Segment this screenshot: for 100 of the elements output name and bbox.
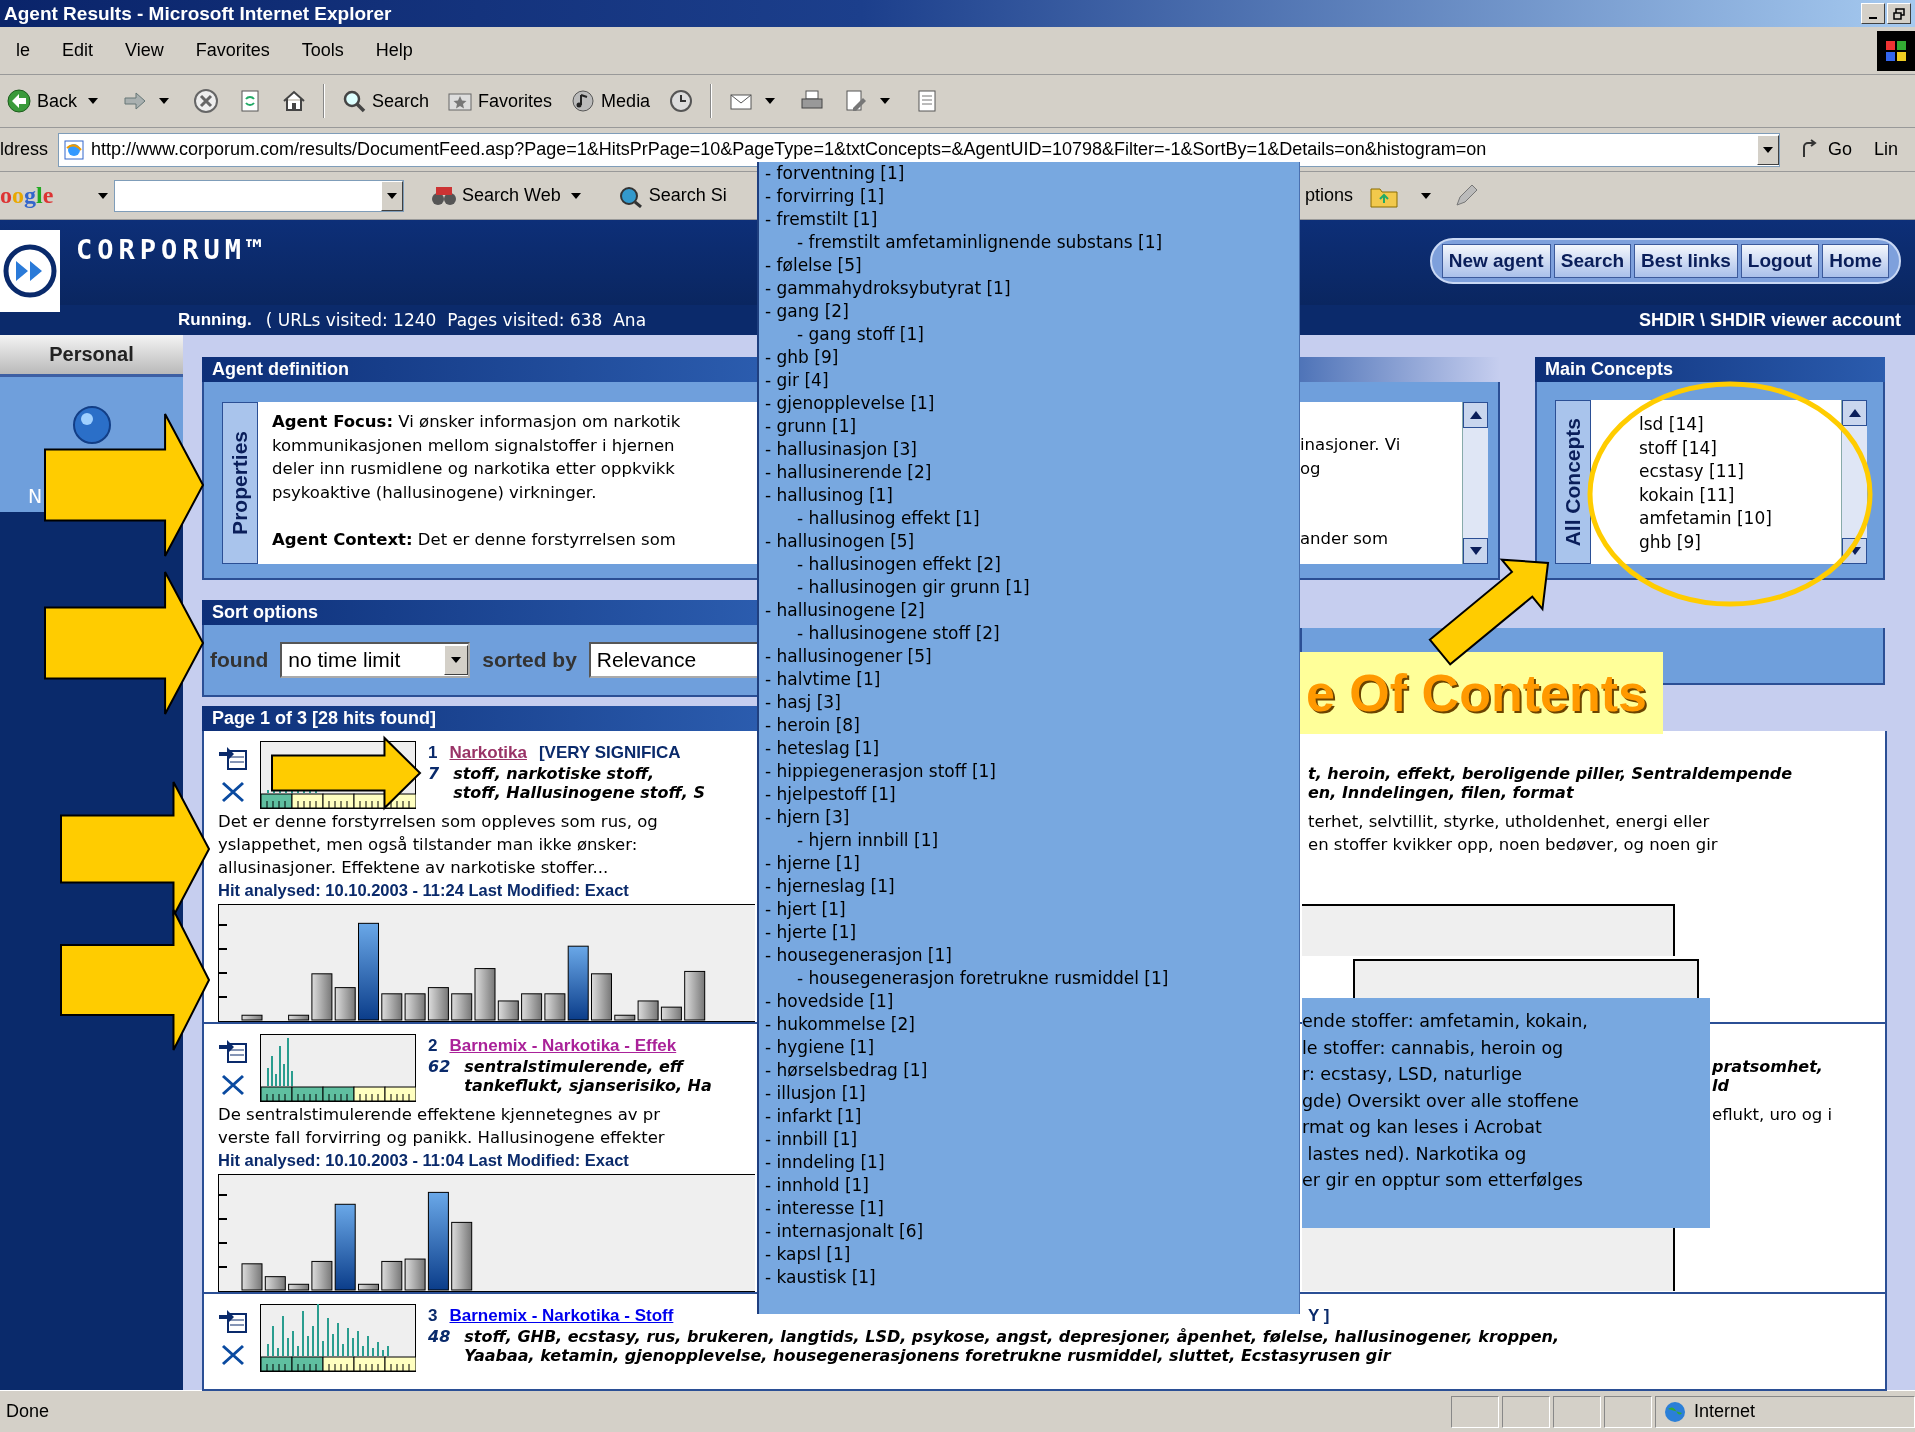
concept-item[interactable]: - hasj [3] [759, 691, 1299, 714]
concept-item[interactable]: - forvirring [1] [759, 185, 1299, 208]
concept-item[interactable]: - illusjon [1] [759, 1082, 1299, 1105]
histogram-bar [591, 973, 612, 1021]
dropdown-button[interactable] [1757, 134, 1779, 165]
concept-item[interactable]: - gang stoff [1] [759, 323, 1299, 346]
menu-item[interactable]: Tools [285, 40, 360, 61]
delete-icon [221, 781, 245, 803]
sort-order-select[interactable]: Relevance [588, 642, 757, 678]
concept-item[interactable]: - hallusinerende [2] [759, 461, 1299, 484]
result-link[interactable]: Barnemix - Narkotika - Stoff [449, 1305, 674, 1326]
concepts-tab[interactable]: All Concepts [1555, 400, 1591, 564]
concept-item[interactable]: - heroin [8] [759, 714, 1299, 737]
concept-item[interactable]: - hørselsbedrag [1] [759, 1059, 1299, 1082]
concept-item[interactable]: - hjelpestoff [1] [759, 783, 1299, 806]
concept-item[interactable]: - hjern [3] [759, 806, 1299, 829]
concept-item[interactable]: - hjern innbill [1] [759, 829, 1299, 852]
concept-item[interactable]: - kapsl [1] [759, 1243, 1299, 1266]
nav-button[interactable]: Search [1553, 244, 1632, 278]
go-button[interactable]: Go [1798, 138, 1852, 161]
address-label: ldress [0, 139, 49, 160]
concept-item[interactable]: - hjerne [1] [759, 852, 1299, 875]
concept-item[interactable]: - fremstilt amfetaminlignende substans [1] [759, 231, 1299, 254]
concept-item[interactable]: - hjert [1] [759, 898, 1299, 921]
concept-item[interactable]: - halvtime [1] [759, 668, 1299, 691]
properties-tab[interactable]: Properties [222, 402, 258, 564]
back-button[interactable]: Back [0, 81, 111, 121]
concept-item[interactable]: - gang [2] [759, 300, 1299, 323]
histogram-bar [521, 993, 543, 1021]
concept-item[interactable]: - hallusinogener [5] [759, 645, 1299, 668]
score: 62 [428, 1057, 451, 1078]
concept-item[interactable]: - hallusinogen gir grunn [1] [759, 576, 1299, 599]
concept-item[interactable]: - internasjonalt [6] [759, 1220, 1299, 1243]
concept-item[interactable]: - innbill [1] [759, 1128, 1299, 1151]
concept-item[interactable]: kokain [11] [1639, 483, 1841, 507]
nav-button[interactable]: Home [1822, 244, 1889, 278]
media-button[interactable]: Media [564, 81, 657, 121]
concept-item[interactable]: - hallusinogene stoff [2] [759, 622, 1299, 645]
options-button[interactable]: ptions [1305, 185, 1354, 206]
concept-item[interactable]: - housegenerasjon foretrukne rusmiddel [1] [759, 967, 1299, 990]
result-number: 3 [428, 1305, 438, 1326]
result-link[interactable]: Narkotika [449, 742, 527, 763]
menu-item[interactable]: Favorites [179, 40, 286, 61]
sidebar-tab[interactable]: Personal [0, 335, 183, 377]
period-select[interactable]: no time limit [280, 642, 471, 678]
concept-item[interactable]: - fremstilt [1] [759, 208, 1299, 231]
concept-item[interactable]: - grunn [1] [759, 415, 1299, 438]
restore-icon [1893, 7, 1905, 20]
scrollbar[interactable] [1462, 402, 1488, 564]
search-icon [341, 88, 368, 114]
concept-item[interactable]: - hovedside [1] [759, 990, 1299, 1013]
concept-item[interactable]: - housegenerasjon [1] [759, 944, 1299, 967]
concept-item[interactable]: - hygiene [1] [759, 1036, 1299, 1059]
result-link[interactable]: Barnemix - Narkotika - Effek [449, 1035, 677, 1056]
concept-item[interactable]: - innhold [1] [759, 1174, 1299, 1197]
concept-item[interactable]: - hippiegenerasjon stoff [1] [759, 760, 1299, 783]
nav-button[interactable]: Logout [1740, 244, 1820, 278]
minimize-icon [1869, 16, 1877, 19]
minimize-button[interactable] [1861, 3, 1885, 24]
concept-item[interactable]: amfetamin [10] [1639, 507, 1841, 531]
nav-button[interactable]: Best links [1634, 244, 1738, 278]
concept-item[interactable]: - hallusinogen effekt [2] [759, 553, 1299, 576]
toolbar-search-button[interactable]: Search Web [426, 183, 591, 208]
concept-item[interactable]: - hallusinogen [5] [759, 530, 1299, 553]
search-button[interactable]: Search [335, 81, 436, 121]
concept-item[interactable]: lsd [14] [1639, 413, 1841, 437]
concept-item[interactable]: - hallusinasjon [3] [759, 438, 1299, 461]
concept-item[interactable]: - infarkt [1] [759, 1105, 1299, 1128]
menu-item[interactable]: Edit [46, 40, 110, 61]
concept-item[interactable]: - hallusinogene [2] [759, 599, 1299, 622]
toolbar-search-button[interactable]: Search Si [612, 183, 731, 208]
concept-item[interactable]: - inndeling [1] [759, 1151, 1299, 1174]
menu-item[interactable]: Help [359, 40, 429, 61]
concept-item[interactable]: - hukommelse [2] [759, 1013, 1299, 1036]
status-text: Done [5, 1401, 51, 1422]
concept-item[interactable]: - ghb [9] [759, 346, 1299, 369]
favorites-button[interactable]: Favorites [441, 81, 559, 121]
search-field[interactable] [114, 179, 404, 212]
concept-item[interactable]: ghb [9] [1639, 530, 1841, 554]
menu-item[interactable]: le [0, 40, 46, 61]
concept-item[interactable]: - hallusinog effekt [1] [759, 507, 1299, 530]
concept-item[interactable]: - gjenopplevelse [1] [759, 392, 1299, 415]
concept-item[interactable]: - hjerte [1] [759, 921, 1299, 944]
concept-item[interactable]: stoff [14] [1639, 436, 1841, 460]
caret-icon [387, 192, 397, 199]
links-label[interactable]: Lin [1874, 139, 1899, 160]
restore-button[interactable] [1887, 3, 1911, 24]
concept-item[interactable]: - hallusinog [1] [759, 484, 1299, 507]
concept-item[interactable]: - hjerneslag [1] [759, 875, 1299, 898]
menu-item[interactable]: View [109, 40, 180, 61]
concept-item[interactable]: - heteslag [1] [759, 737, 1299, 760]
concept-item[interactable]: - gir [4] [759, 369, 1299, 392]
concept-item[interactable]: - interesse [1] [759, 1197, 1299, 1220]
concept-item[interactable]: - gammahydroksybutyrat [1] [759, 277, 1299, 300]
concept-item[interactable]: - følelse [5] [759, 254, 1299, 277]
windows-logo-icon [1885, 39, 1907, 62]
score: 7 [428, 764, 440, 785]
concept-item[interactable]: - kaustisk [1] [759, 1266, 1299, 1289]
nav-button[interactable]: New agent [1441, 244, 1551, 278]
concept-item[interactable]: ecstasy [11] [1639, 460, 1841, 484]
